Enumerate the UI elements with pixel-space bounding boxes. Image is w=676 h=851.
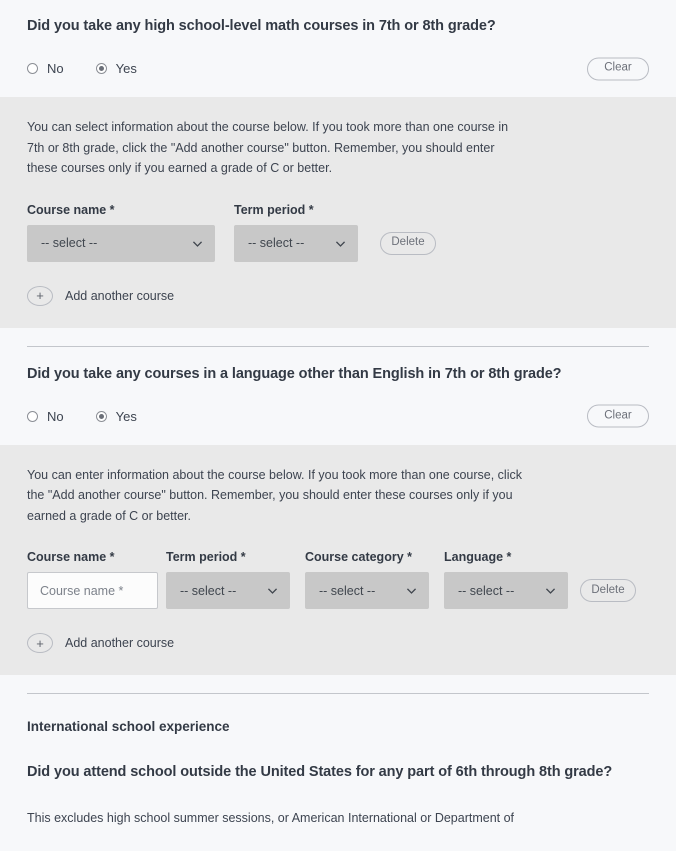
chevron-down-icon — [334, 237, 347, 250]
math-clear-button[interactable]: Clear — [587, 57, 649, 80]
radio-circle-icon — [27, 410, 38, 422]
math-question-text: Did you take any high school-level math … — [27, 18, 496, 34]
math-delete-course-button[interactable]: Delete — [380, 231, 436, 255]
language-add-another-course[interactable]: + Add another course — [27, 633, 649, 653]
chevron-down-icon — [266, 584, 279, 597]
math-radio-group: No Yes Clear — [27, 57, 649, 80]
math-panel-instructions: You can select information about the cou… — [27, 120, 509, 175]
radio-circle-icon — [27, 63, 38, 74]
math-term-period-value: -- select -- — [248, 236, 305, 250]
language-question-section: Did you take any courses in a language o… — [0, 346, 676, 445]
language-course-panel: You can enter information about the cour… — [0, 444, 676, 675]
language-radio-group: No Yes Clear — [27, 404, 649, 428]
language-language-field: Language * -- select -- — [444, 550, 568, 609]
language-radio-yes[interactable]: Yes — [95, 408, 137, 424]
math-add-another-label: Add another course — [65, 288, 175, 303]
plus-icon: + — [27, 285, 53, 306]
math-course-name-value: -- select -- — [41, 236, 98, 250]
language-course-row: Course name * Term period * -- select --… — [27, 550, 649, 609]
math-radio-yes-label: Yes — [115, 61, 137, 76]
language-panel-instructions: You can enter information about the cour… — [27, 467, 522, 523]
language-course-name-field: Course name * — [27, 550, 158, 609]
language-course-name-label: Course name * — [27, 550, 115, 564]
language-course-category-select[interactable]: -- select -- — [305, 572, 429, 609]
math-add-another-course[interactable]: + Add another course — [27, 285, 649, 306]
math-question-section: Did you take any high school-level math … — [0, 0, 676, 97]
math-term-period-label: Term period * — [234, 202, 314, 217]
language-course-category-field: Course category * -- select -- — [305, 550, 429, 609]
language-course-category-label: Course category * — [305, 550, 412, 564]
language-language-value: -- select -- — [458, 583, 515, 598]
language-radio-no-label: No — [47, 408, 64, 424]
language-term-period-field: Term period * -- select -- — [166, 550, 290, 609]
language-term-period-select[interactable]: -- select -- — [166, 572, 290, 609]
international-heading: International school experience — [27, 719, 230, 734]
language-term-period-label: Term period * — [166, 550, 246, 564]
math-course-name-select[interactable]: -- select -- — [27, 224, 215, 262]
plus-icon: + — [27, 633, 53, 653]
language-course-category-value: -- select -- — [319, 583, 376, 598]
language-term-period-value: -- select -- — [180, 583, 237, 598]
language-language-select[interactable]: -- select -- — [444, 572, 568, 609]
divider-wrapper-2 — [0, 675, 676, 694]
language-clear-button[interactable]: Clear — [587, 404, 649, 428]
language-radio-no[interactable]: No — [27, 409, 64, 424]
math-term-period-select[interactable]: -- select -- — [234, 224, 358, 262]
form-page: Did you take any high school-level math … — [0, 0, 676, 851]
math-radio-yes[interactable]: Yes — [95, 61, 137, 76]
language-radio-yes-label: Yes — [115, 408, 137, 424]
radio-circle-selected-icon — [95, 410, 107, 422]
chevron-down-icon — [405, 584, 418, 597]
language-delete-course-button[interactable]: Delete — [580, 579, 636, 602]
math-course-row: Course name * -- select -- Term period *… — [27, 203, 649, 262]
language-add-another-label: Add another course — [65, 636, 175, 650]
math-radio-no-label: No — [47, 61, 64, 76]
language-course-name-input[interactable] — [27, 572, 158, 609]
chevron-down-icon — [544, 584, 557, 597]
international-question-text: Did you attend school outside the United… — [27, 764, 613, 780]
international-note-text: This excludes high school summer session… — [27, 811, 515, 825]
math-term-period-field: Term period * -- select -- — [234, 203, 358, 262]
math-course-name-label: Course name * — [27, 202, 115, 217]
language-question-text: Did you take any courses in a language o… — [27, 365, 562, 382]
international-section: International school experience Did you … — [0, 694, 676, 828]
math-course-panel: You can select information about the cou… — [0, 97, 676, 328]
math-radio-no[interactable]: No — [27, 61, 64, 76]
radio-circle-selected-icon — [95, 63, 107, 74]
chevron-down-icon — [191, 237, 204, 250]
language-language-label: Language * — [444, 550, 512, 564]
divider-wrapper-1 — [0, 327, 676, 347]
math-course-name-field: Course name * -- select -- — [27, 203, 215, 262]
